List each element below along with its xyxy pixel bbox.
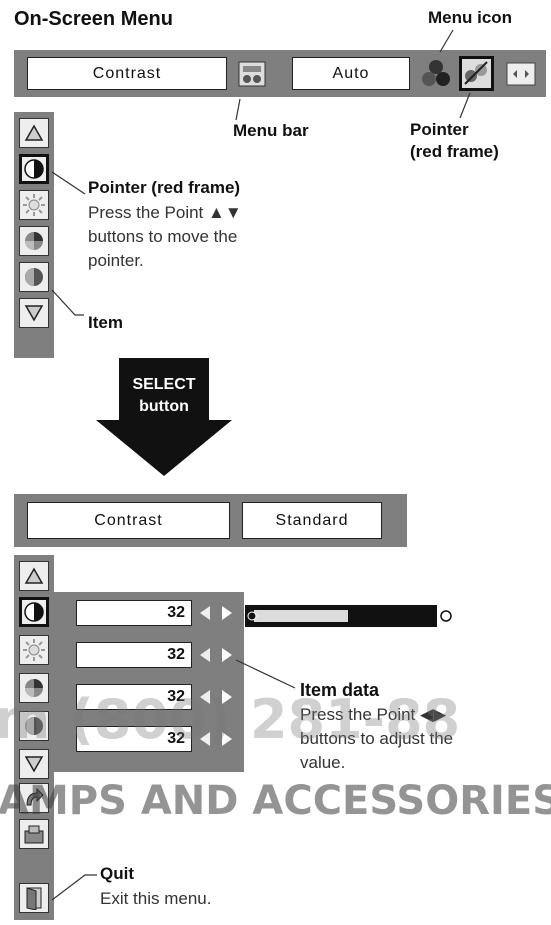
item-data-line-3: value. [300, 753, 346, 772]
quit-title: Quit [100, 864, 134, 883]
watermark-phone: m (800) 281-88 [0, 688, 461, 751]
select-arrow-label-1: SELECT [132, 376, 196, 393]
top-leader-lines [51, 29, 471, 316]
select-arrow-label-2: button [139, 398, 189, 415]
watermark-text: AMPS AND ACCESSORIES [0, 778, 551, 824]
bottom-standard-field[interactable]: Standard [242, 502, 382, 539]
bottom-contrast-field[interactable]: Contrast [27, 502, 230, 539]
quit-description: Exit this menu. [100, 889, 212, 908]
